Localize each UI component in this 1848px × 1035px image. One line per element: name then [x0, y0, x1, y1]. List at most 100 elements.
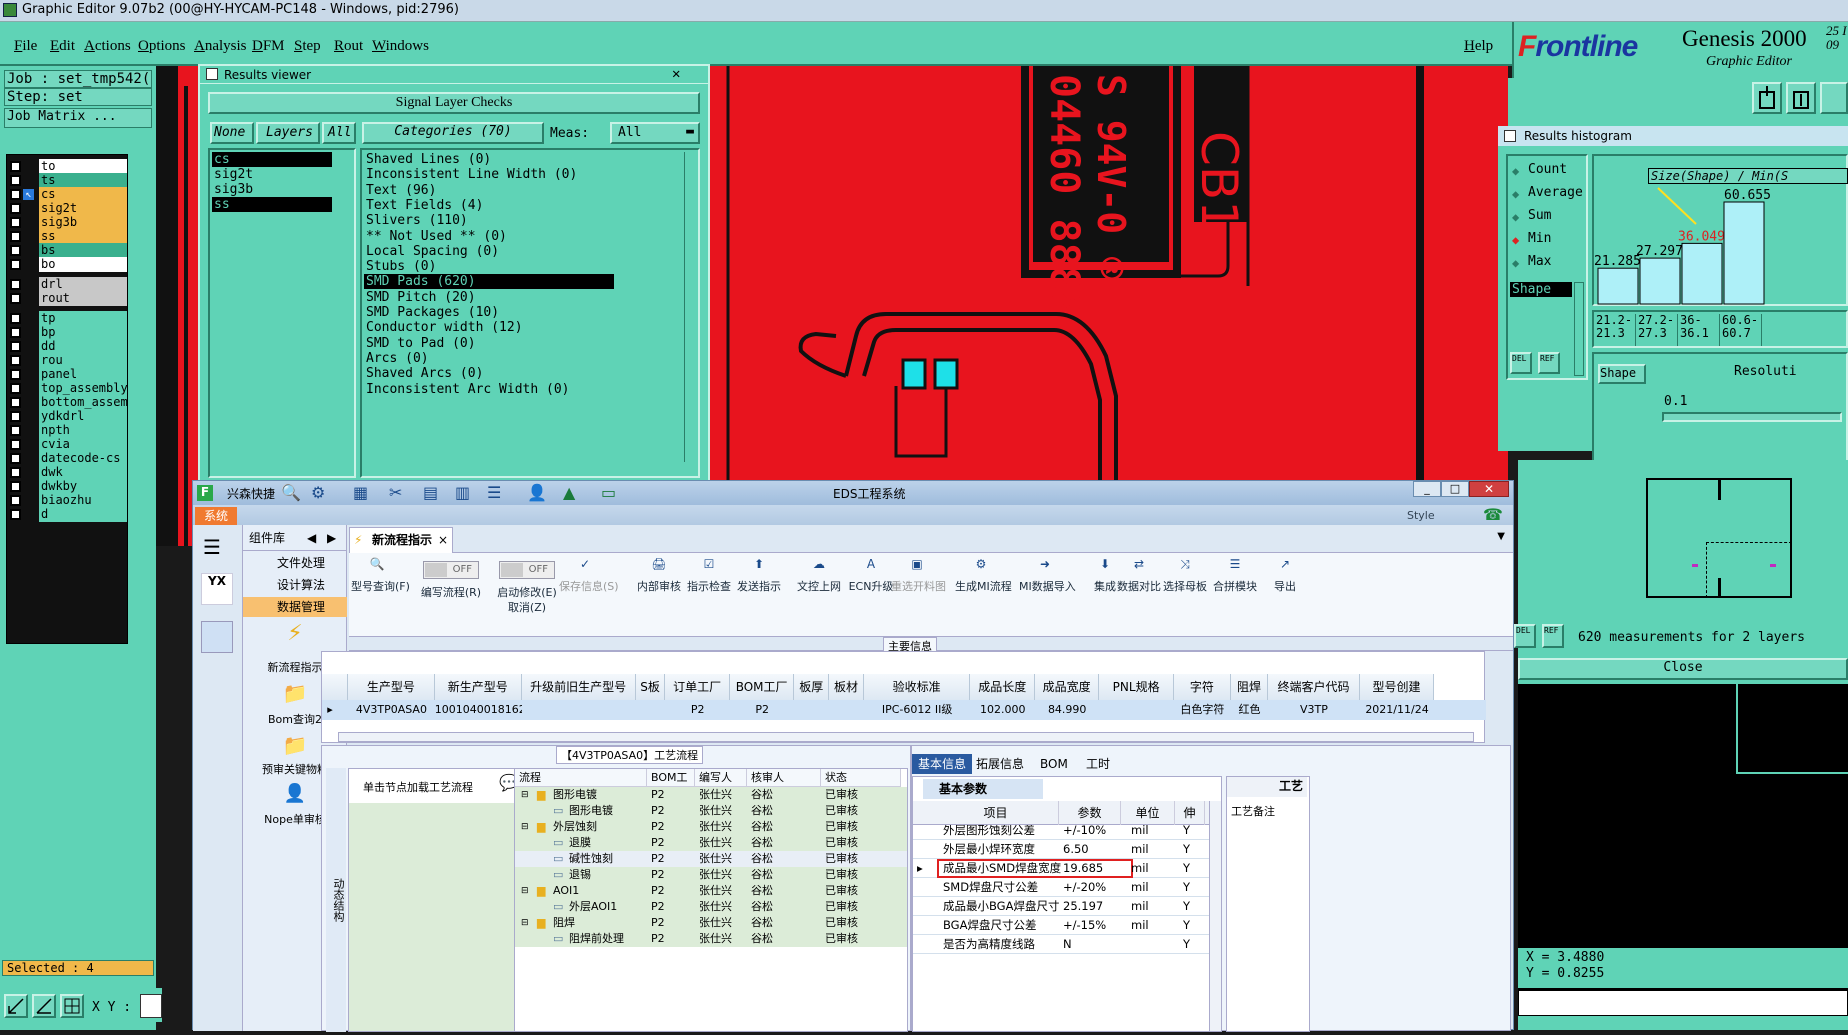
zoom-tool-icon[interactable] [4, 994, 28, 1018]
layer-checkbox[interactable] [10, 467, 21, 478]
measure-tool-icon[interactable] [32, 994, 56, 1018]
layer-row-bs[interactable]: bs [9, 243, 127, 258]
layer-affected-box[interactable] [23, 467, 34, 478]
grid-cell[interactable]: IPC-6012 II级 [864, 700, 971, 720]
tree-row[interactable]: ⊟ ▆ 图形电镀 P2 张仕兴 谷松 已审核 [515, 787, 907, 803]
hist-bar-3[interactable] [1723, 201, 1765, 305]
layer-row-npth[interactable]: npth [9, 423, 127, 438]
none-button[interactable]: None [210, 122, 254, 144]
hist-bar-1[interactable] [1639, 257, 1681, 305]
grid-cell[interactable] [636, 700, 666, 720]
tree-row[interactable]: ⊟ ▆ 外层蚀刻 P2 张仕兴 谷松 已审核 [515, 819, 907, 835]
layer-row-bottom_assem[interactable]: bottom_assem [9, 395, 127, 410]
toolbar-button-6[interactable]: ⬆ 发送指示 [733, 557, 785, 633]
layer-checkbox[interactable] [10, 397, 21, 408]
maximize-button[interactable]: □ [1441, 481, 1469, 497]
layer-row-sig2t[interactable]: sig2t [9, 201, 127, 216]
chart-icon[interactable]: ▲ [563, 483, 575, 502]
layer-affected-box[interactable] [23, 411, 34, 422]
hist-option-min[interactable]: ◆ Min [1512, 231, 1586, 249]
category-item[interactable]: Local Spacing (0) [364, 244, 614, 259]
layer-row-drl[interactable]: drl [9, 277, 127, 292]
toolbar-button-5[interactable]: ☑ 指示检查 [683, 557, 735, 633]
param-value[interactable]: N [1063, 935, 1121, 954]
toolbar-button-16[interactable]: ↗ 导出 [1259, 557, 1311, 633]
basic-params-tab[interactable]: 基本参数 [923, 779, 1043, 799]
result-layer-sig3b[interactable]: sig3b [212, 182, 332, 197]
tree-row[interactable]: ▭ 退锡 P2 张仕兴 谷松 已审核 [515, 867, 907, 883]
param-value[interactable]: 19.685 [1063, 859, 1121, 878]
layer-checkbox[interactable] [10, 293, 21, 304]
category-item[interactable]: SMD Packages (10) [364, 305, 614, 320]
arrow-icon[interactable] [1820, 82, 1848, 114]
side-data-management[interactable]: 数据管理 [243, 597, 347, 617]
user-icon[interactable]: 👤 [527, 483, 547, 502]
toolbar-button-0[interactable]: 🔍 型号查询(F) [351, 557, 410, 633]
category-item[interactable]: Inconsistent Arc Width (0) [364, 382, 614, 397]
layer-row-panel[interactable]: panel [9, 367, 127, 382]
param-col-header[interactable]: 单位 [1121, 801, 1175, 825]
tree-row[interactable]: ▭ 阻焊前处理 P2 张仕兴 谷松 已审核 [515, 931, 907, 947]
layer-affected-box[interactable] [23, 259, 34, 270]
param-col-header[interactable]: 项目 [933, 801, 1059, 825]
param-row[interactable]: 成品最小BGA焊盘尺寸 25.197 mil Y [913, 897, 1221, 916]
yx-icon[interactable]: YX [201, 573, 233, 605]
settings-icon[interactable]: ⚙ [311, 483, 325, 502]
toolbar-button-15[interactable]: ☰ 合拼模块 [1209, 557, 1261, 633]
hist-option-count[interactable]: ◆ Count [1512, 162, 1586, 180]
grid-cell[interactable]: 102.000 [970, 700, 1034, 720]
toggle-switch[interactable]: OFF [423, 561, 479, 579]
layer-affected-box[interactable] [23, 355, 34, 366]
eds-close-button[interactable]: ✕ [1469, 481, 1509, 497]
grid-col-header[interactable]: 终端客户代码 [1268, 674, 1360, 700]
hist-bar-0[interactable] [1597, 267, 1639, 305]
layer-checkbox[interactable] [10, 161, 21, 172]
close-button[interactable]: Close [1518, 658, 1848, 680]
menu-rout[interactable]: Rout [334, 38, 363, 55]
result-layer-sig2t[interactable]: sig2t [212, 167, 332, 182]
layer-checkbox[interactable] [10, 411, 21, 422]
layer-row-ydkdrl[interactable]: ydkdrl [9, 409, 127, 424]
info-tab[interactable]: 工时 [1080, 754, 1116, 774]
menu-file[interactable]: File [14, 38, 37, 55]
layer-row-ts[interactable]: ts [9, 173, 127, 188]
minimize-button[interactable]: _ [1413, 481, 1441, 497]
grid-cell[interactable]: V3TP [1268, 700, 1360, 720]
layer-row-dd[interactable]: dd [9, 339, 127, 354]
layer-row-rou[interactable]: rou [9, 353, 127, 368]
category-item[interactable]: ** Not Used ** (0) [364, 229, 614, 244]
grid-col-header[interactable]: PNL规格 [1099, 674, 1174, 700]
grid-col-header[interactable]: 新生产型号 [434, 674, 522, 700]
layer-row-cs[interactable]: ↖ cs [9, 187, 127, 202]
toolbar-button-8[interactable]: A ECN升级 [845, 557, 897, 633]
layer-row-rout[interactable]: rout [9, 291, 127, 306]
category-item[interactable]: Stubs (0) [364, 259, 614, 274]
layer-checkbox[interactable] [10, 245, 21, 256]
category-item[interactable]: Text Fields (4) [364, 198, 614, 213]
layer-affected-box[interactable] [23, 439, 34, 450]
menu-windows[interactable]: Windows [372, 38, 429, 55]
grid-col-header[interactable]: 升级前旧生产型号 [521, 674, 636, 700]
expand-icon[interactable]: ⊟ [521, 819, 529, 835]
tree-col-header[interactable]: 流程 [515, 769, 647, 787]
layer-affected-box[interactable] [23, 175, 34, 186]
category-item[interactable]: SMD Pads (620) [364, 274, 614, 290]
category-item[interactable]: Shaved Arcs (0) [364, 366, 614, 381]
grid-cell[interactable]: 10010400181622 [435, 700, 522, 720]
toolbar-button-9[interactable]: ▣ 重选开料图 [891, 557, 946, 633]
toolbar-button-10[interactable]: ⚙ 生成MI流程 [955, 557, 1012, 633]
rv-menu-icon[interactable] [206, 68, 218, 80]
del-button[interactable]: DEL [1514, 624, 1536, 648]
toolbar-button-14[interactable]: ⤨ 选择母板 [1159, 557, 1211, 633]
layer-checkbox[interactable] [10, 259, 21, 270]
toolbar-button-4[interactable]: 🖨 内部审核 [633, 557, 685, 633]
xy-input[interactable] [140, 994, 162, 1018]
category-item[interactable]: Text (96) [364, 183, 614, 198]
style-label[interactable]: Style [1407, 509, 1435, 522]
layer-affected-box[interactable] [23, 383, 34, 394]
category-item[interactable]: Inconsistent Line Width (0) [364, 167, 614, 182]
job-matrix-button[interactable]: Job Matrix ... [4, 108, 152, 128]
menu-analysis[interactable]: Analysis [194, 38, 247, 55]
side-file-processing[interactable]: 文件处理 [243, 553, 347, 573]
param-col-header[interactable]: 参数 [1059, 801, 1121, 825]
